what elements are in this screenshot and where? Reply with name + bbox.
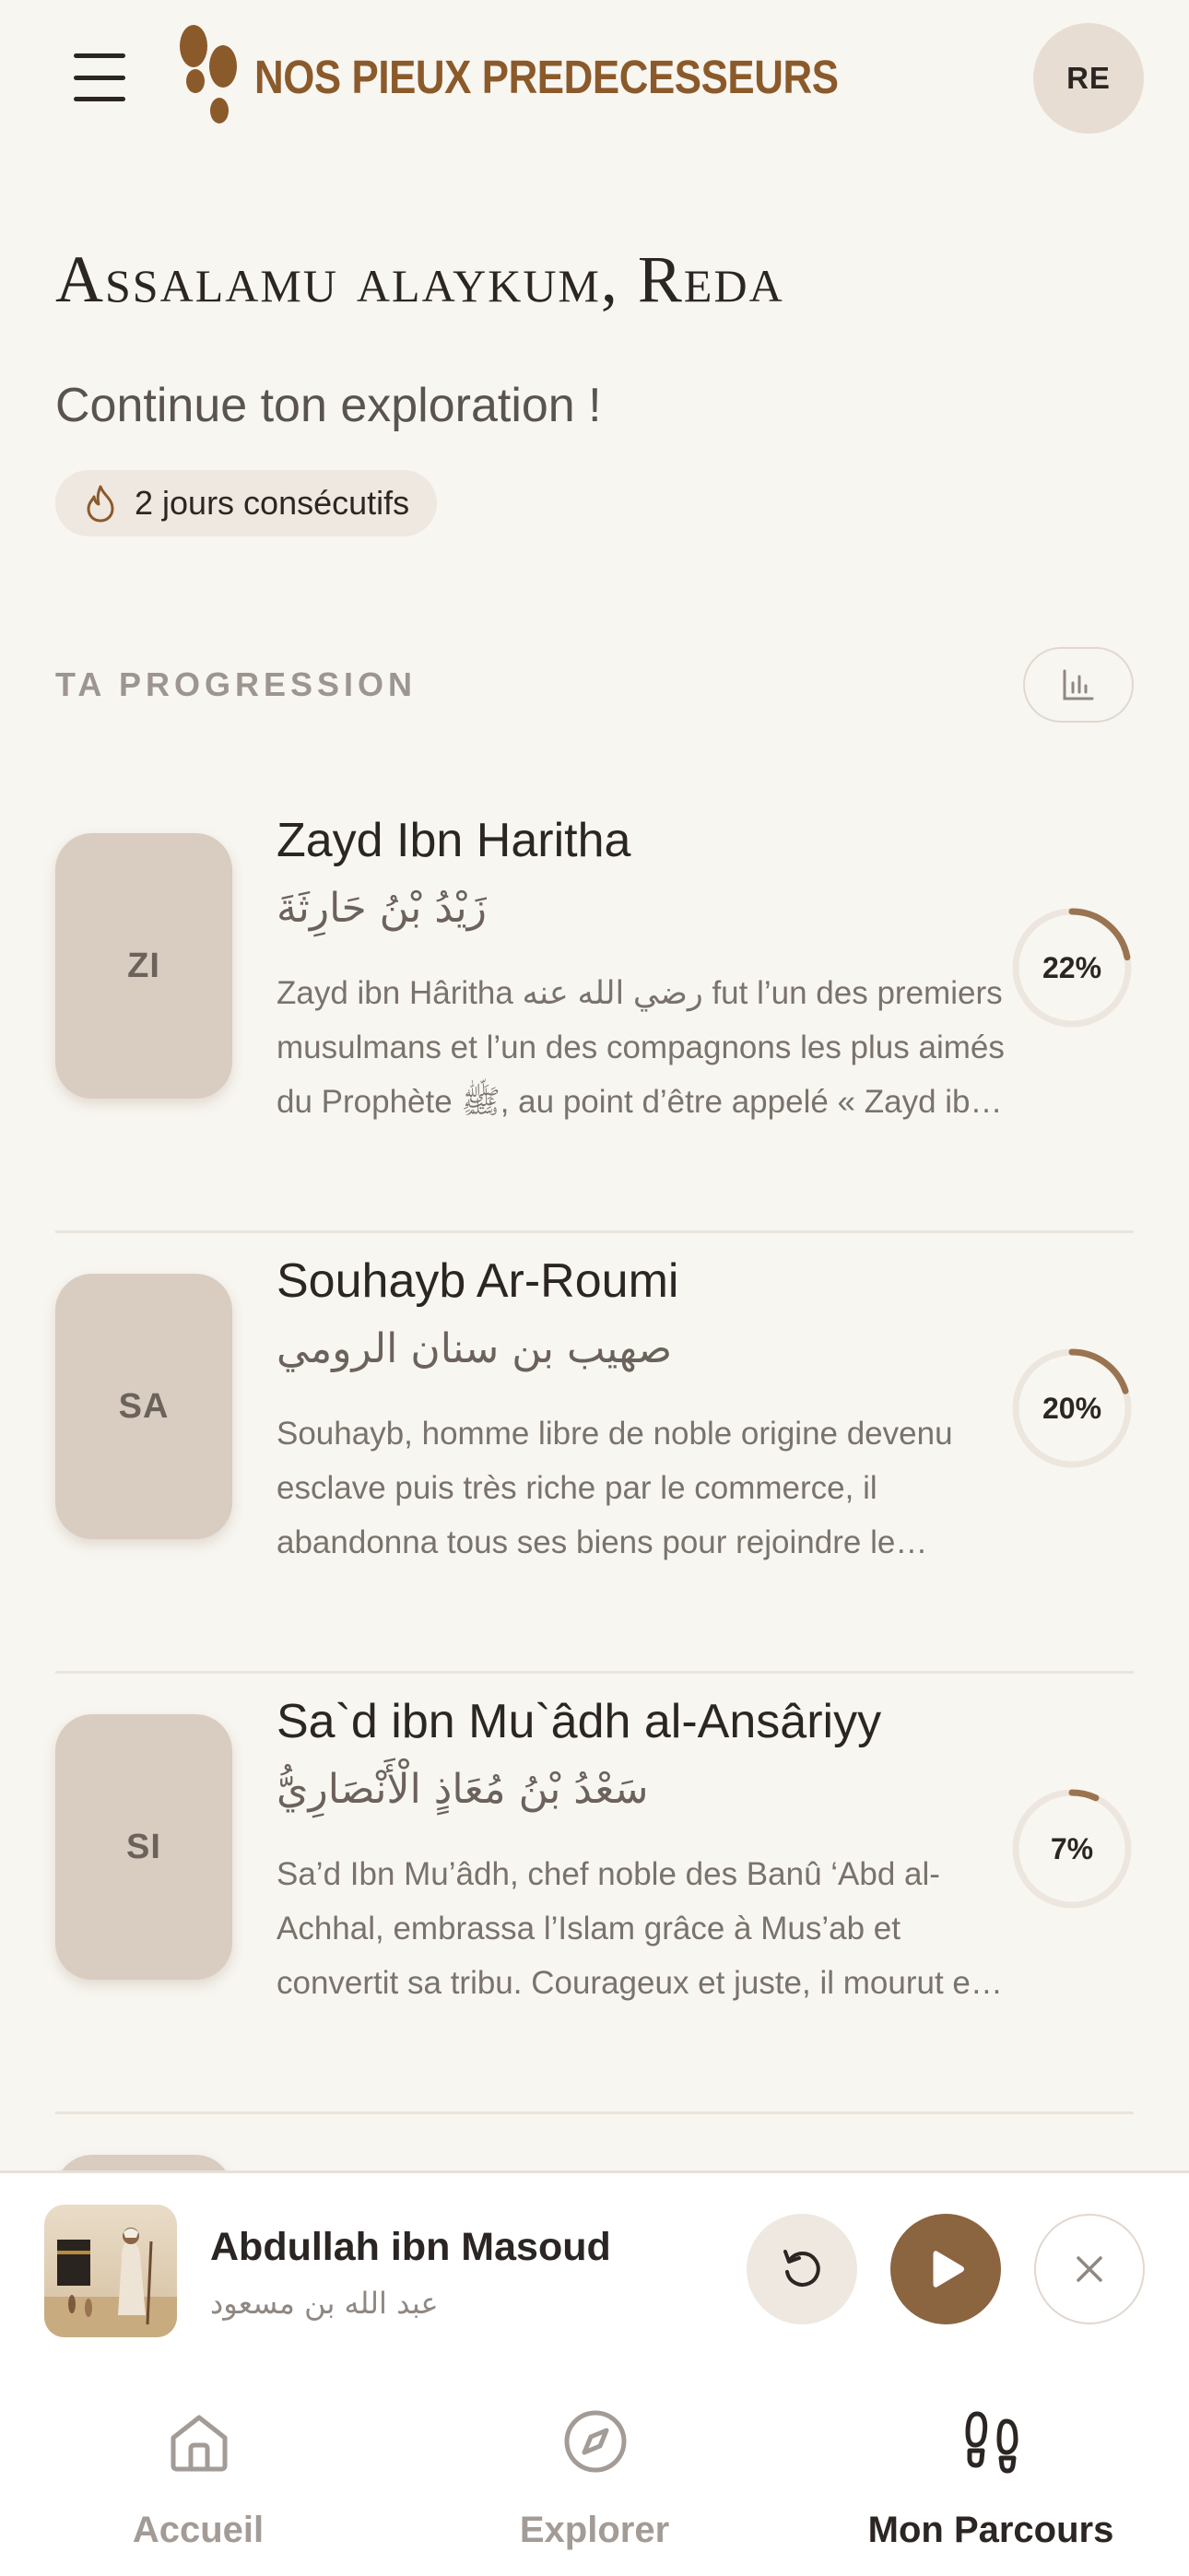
companion-name: Souhayb Ar-Roumi — [277, 1254, 679, 1308]
companion-description: Souhayb, homme libre de noble origine de… — [277, 1416, 953, 1560]
bottom-navigation: Accueil Explorer Mon Parcours — [0, 2355, 1189, 2576]
progress-ring: 20% — [1010, 1347, 1134, 1470]
companion-thumbnail: SI — [55, 1714, 232, 1980]
companion-arabic-name: صهيب بن سنان الرومي — [277, 1325, 673, 1372]
nav-label: Accueil — [132, 2510, 265, 2550]
mini-player[interactable]: Abdullah ibn Masoud عبد الله بن مسعود — [0, 2170, 1189, 2355]
companion-description: Zayd ibn Hâritha رضي الله عنه fut l’un d… — [277, 975, 1005, 1120]
progress-ring: 7% — [1010, 1787, 1134, 1911]
companion-description: Sa’d Ibn Mu’âdh, chef noble des Banû ‘Ab… — [277, 1856, 989, 2001]
progress-label: 7% — [1050, 1831, 1094, 1865]
companion-name: Sa`d ibn Mu`âdh al-Ansâriyy — [277, 1695, 882, 1748]
companion-name: Zayd Ibn Haritha — [277, 814, 631, 867]
close-icon — [1077, 2256, 1102, 2282]
companion-thumbnail: SA — [55, 1274, 232, 1539]
compass-icon — [564, 2410, 627, 2473]
player-title: Abdullah ibn Masoud — [210, 2225, 611, 2269]
greeting-title: Assalamu alaykum, Reda — [55, 242, 784, 316]
section-title-progression: TA PROGRESSION — [55, 665, 418, 703]
avatar[interactable]: RE — [1033, 23, 1144, 134]
progression-list: ZI Zayd Ibn Haritha زَيْدُ بْنُ حَارِثَة… — [55, 793, 1134, 2225]
replay-button[interactable] — [747, 2214, 857, 2324]
streak-label: 2 jours consécutifs — [135, 484, 410, 522]
greeting-subtitle: Continue ton exploration ! — [55, 379, 602, 432]
companion-arabic-name: زَيْدُ بْنُ حَارِثَةَ — [277, 885, 487, 932]
list-item[interactable]: SI Sa`d ibn Mu`âdh al-Ansâriyy سَعْدُ بْ… — [55, 1674, 1134, 2114]
progress-label: 20% — [1042, 1391, 1102, 1425]
replay-icon — [783, 2250, 820, 2288]
close-player-button[interactable] — [1034, 2214, 1145, 2324]
streak-badge: 2 jours consécutifs — [55, 470, 438, 536]
cover-image — [44, 2205, 177, 2337]
play-icon — [933, 2251, 964, 2288]
stats-button[interactable] — [1023, 647, 1134, 723]
footprints-icon — [965, 2411, 1018, 2474]
top-bar: NOS PIEUX PREDECESSEURS RE — [0, 0, 1189, 157]
flame-icon — [87, 485, 114, 523]
app-name: NOS PIEUX PREDECESSEURS — [254, 51, 839, 103]
play-button[interactable] — [890, 2214, 1001, 2324]
footprints-logo-icon — [180, 25, 237, 124]
progress-ring: 22% — [1010, 906, 1134, 1029]
player-subtitle: عبد الله بن مسعود — [210, 2286, 439, 2321]
nav-item-accueil[interactable]: Accueil — [0, 2355, 396, 2576]
nav-item-mon-parcours[interactable]: Mon Parcours — [793, 2355, 1189, 2576]
home-icon — [171, 2415, 228, 2472]
menu-icon[interactable] — [74, 53, 125, 101]
progress-label: 22% — [1042, 950, 1102, 984]
nav-label: Mon Parcours — [867, 2510, 1114, 2550]
nav-label: Explorer — [519, 2510, 670, 2550]
nav-item-explorer[interactable]: Explorer — [396, 2355, 793, 2576]
list-item[interactable]: ZI Zayd Ibn Haritha زَيْدُ بْنُ حَارِثَة… — [55, 793, 1134, 1233]
bar-chart-icon — [1063, 669, 1094, 700]
list-item[interactable]: SA Souhayb Ar-Roumi صهيب بن سنان الرومي … — [55, 1233, 1134, 1674]
companion-arabic-name: سَعْدُ بْنُ مُعَاذٍ الْأَنْصَارِيُّ — [277, 1766, 649, 1813]
companion-thumbnail: ZI — [55, 833, 232, 1099]
